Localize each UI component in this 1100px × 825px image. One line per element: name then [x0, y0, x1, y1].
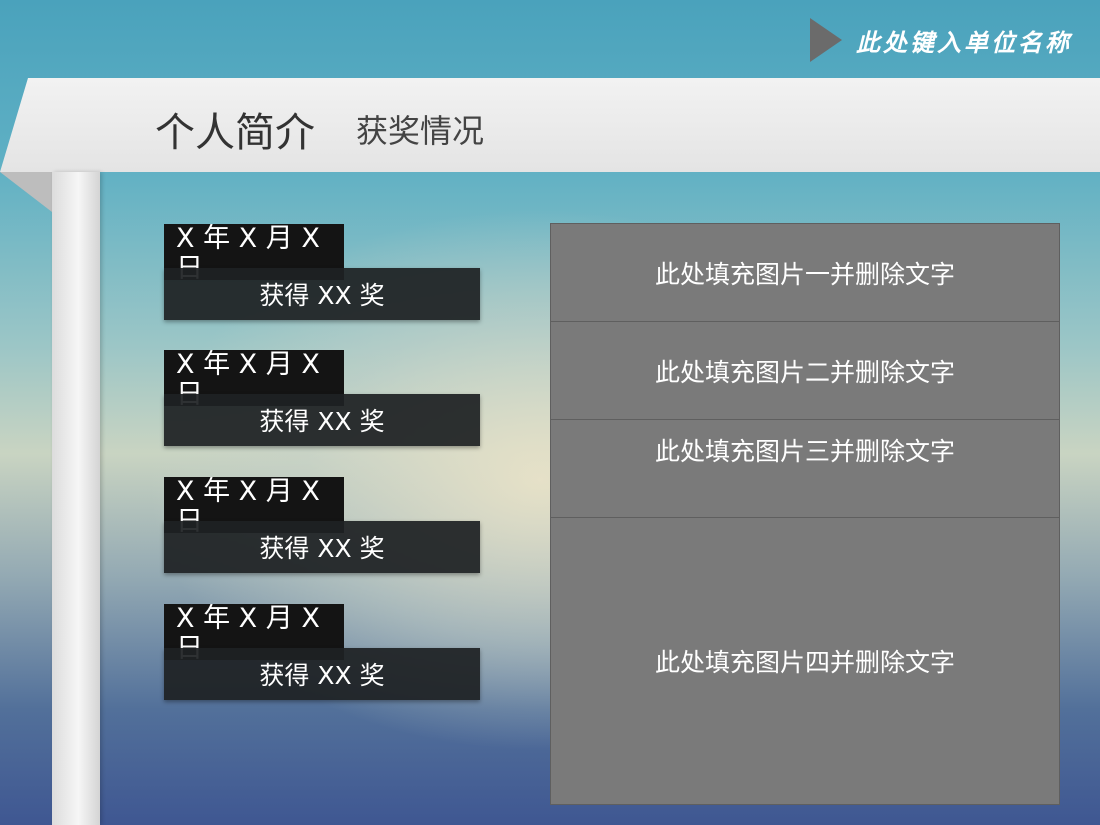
picture-placeholder-4[interactable]: 此处填充图片四并删除文字: [550, 517, 1060, 805]
organization-name: 此处键入单位名称: [856, 27, 1072, 57]
award-label: 获得 XX 奖: [164, 394, 480, 446]
vertical-pillar-decoration: [52, 172, 100, 825]
award-item: X 年 X 月 X 日 获得 XX 奖: [164, 604, 480, 700]
award-label: 获得 XX 奖: [164, 521, 480, 573]
award-label: 获得 XX 奖: [164, 648, 480, 700]
picture-placeholder-text: 此处填充图片三并删除文字: [654, 437, 955, 466]
picture-placeholder-text: 此处填充图片二并删除文字: [654, 357, 955, 387]
award-item: X 年 X 月 X 日 获得 XX 奖: [164, 350, 480, 446]
award-label-text: 获得 XX 奖: [259, 407, 385, 436]
picture-placeholder-text: 此处填充图片一并删除文字: [654, 259, 955, 289]
award-label-text: 获得 XX 奖: [259, 534, 385, 563]
award-label-text: 获得 XX 奖: [259, 661, 385, 690]
picture-placeholder-text: 此处填充图片四并删除文字: [654, 648, 955, 677]
page-title: 个人简介: [155, 110, 315, 156]
page-subtitle: 获奖情况: [356, 112, 485, 150]
award-item: X 年 X 月 X 日 获得 XX 奖: [164, 224, 480, 320]
banner-fold-decoration: [0, 172, 52, 212]
picture-placeholder-2[interactable]: 此处填充图片二并删除文字: [550, 321, 1060, 420]
brand-header: 此处键入单位名称: [810, 16, 1072, 64]
award-label: 获得 XX 奖: [164, 268, 480, 320]
picture-placeholder-1[interactable]: 此处填充图片一并删除文字: [550, 223, 1060, 322]
triangle-right-icon: [810, 18, 842, 62]
award-item: X 年 X 月 X 日 获得 XX 奖: [164, 477, 480, 573]
picture-placeholder-3[interactable]: 此处填充图片三并删除文字: [550, 419, 1060, 518]
picture-panel: 此处填充图片一并删除文字 此处填充图片二并删除文字 此处填充图片三并删除文字 此…: [550, 223, 1060, 805]
award-label-text: 获得 XX 奖: [259, 281, 385, 310]
